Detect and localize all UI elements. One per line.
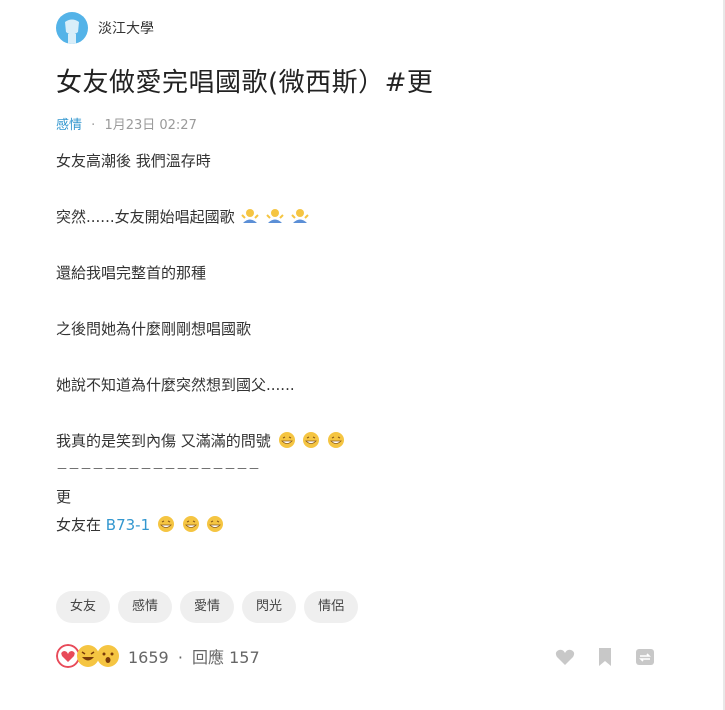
author-name[interactable]: 淡江大學 bbox=[98, 18, 154, 38]
like-count: 1659 bbox=[128, 648, 169, 667]
sweat-smile-emoji-icon bbox=[303, 432, 320, 448]
floor-link[interactable]: B73-1 bbox=[106, 516, 150, 534]
post-content: 女友高潮後 我們溫存時 突然......女友開始唱起國歌 還給我唱完整首的那種 … bbox=[56, 150, 676, 536]
shrug-emoji-icon bbox=[291, 209, 309, 223]
sweat-smile-emoji-icon bbox=[207, 516, 224, 532]
surprised-reaction-icon bbox=[97, 645, 119, 667]
action-bar bbox=[536, 646, 656, 668]
post-meta: 感情 · 1月23日 02:27 bbox=[56, 114, 197, 133]
sweat-smile-emoji-icon bbox=[157, 516, 174, 532]
post-date: 1月23日 02:27 bbox=[104, 118, 197, 133]
share-icon[interactable] bbox=[634, 646, 656, 668]
reply-label: 回應 bbox=[192, 648, 225, 667]
content-line: 女友高潮後 我們溫存時 bbox=[56, 152, 211, 170]
reply-count: 157 bbox=[229, 648, 260, 667]
content-line: 她說不知道為什麼突然想到國父...... bbox=[56, 376, 295, 394]
tag-chip[interactable]: 閃光 bbox=[242, 591, 297, 623]
content-line: 突然......女友開始唱起國歌 bbox=[56, 206, 676, 228]
tag-chip[interactable]: 感情 bbox=[118, 591, 173, 623]
reaction-group[interactable] bbox=[56, 644, 119, 668]
sweat-smile-emoji-icon bbox=[182, 516, 199, 532]
bookmark-icon[interactable] bbox=[594, 646, 616, 668]
tag-chip[interactable]: 女友 bbox=[56, 591, 111, 623]
post-title: 女友做愛完唱國歌(微西斯）#更 bbox=[56, 68, 434, 98]
sweat-smile-emoji-icon bbox=[278, 432, 295, 448]
like-heart-icon[interactable] bbox=[554, 646, 576, 668]
tag-chip[interactable]: 愛情 bbox=[180, 591, 235, 623]
content-line: 女友在 B73-1 bbox=[56, 514, 676, 536]
content-line: 還給我唱完整首的那種 bbox=[56, 264, 207, 282]
forum-link[interactable]: 感情 bbox=[56, 118, 82, 133]
tag-chip[interactable]: 情侶 bbox=[304, 591, 359, 623]
shrug-emoji-icon bbox=[266, 209, 284, 223]
avatar[interactable] bbox=[56, 12, 88, 44]
tag-list: 女友 感情 愛情 閃光 情侶 bbox=[56, 591, 366, 623]
post-footer: 1659 · 回應 157 bbox=[56, 644, 656, 668]
content-text: 女友在 bbox=[56, 516, 102, 534]
meta-separator: · bbox=[91, 118, 96, 133]
sweat-smile-emoji-icon bbox=[328, 432, 345, 448]
content-line: 更 bbox=[56, 488, 72, 506]
content-text: 我真的是笑到內傷 又滿滿的問號 bbox=[56, 432, 271, 450]
content-line: 之後問她為什麼剛剛想唱國歌 bbox=[56, 320, 252, 338]
content-text: 突然......女友開始唱起國歌 bbox=[56, 208, 235, 226]
shrug-emoji-icon bbox=[241, 209, 260, 223]
divider-line: －－－－－－－－－－－－－－－－－ bbox=[56, 462, 261, 476]
content-line: 我真的是笑到內傷 又滿滿的問號 bbox=[56, 430, 676, 452]
stats: 1659 · 回應 157 bbox=[128, 644, 260, 668]
author-header[interactable]: 淡江大學 bbox=[56, 12, 154, 44]
stats-separator: · bbox=[177, 648, 183, 667]
